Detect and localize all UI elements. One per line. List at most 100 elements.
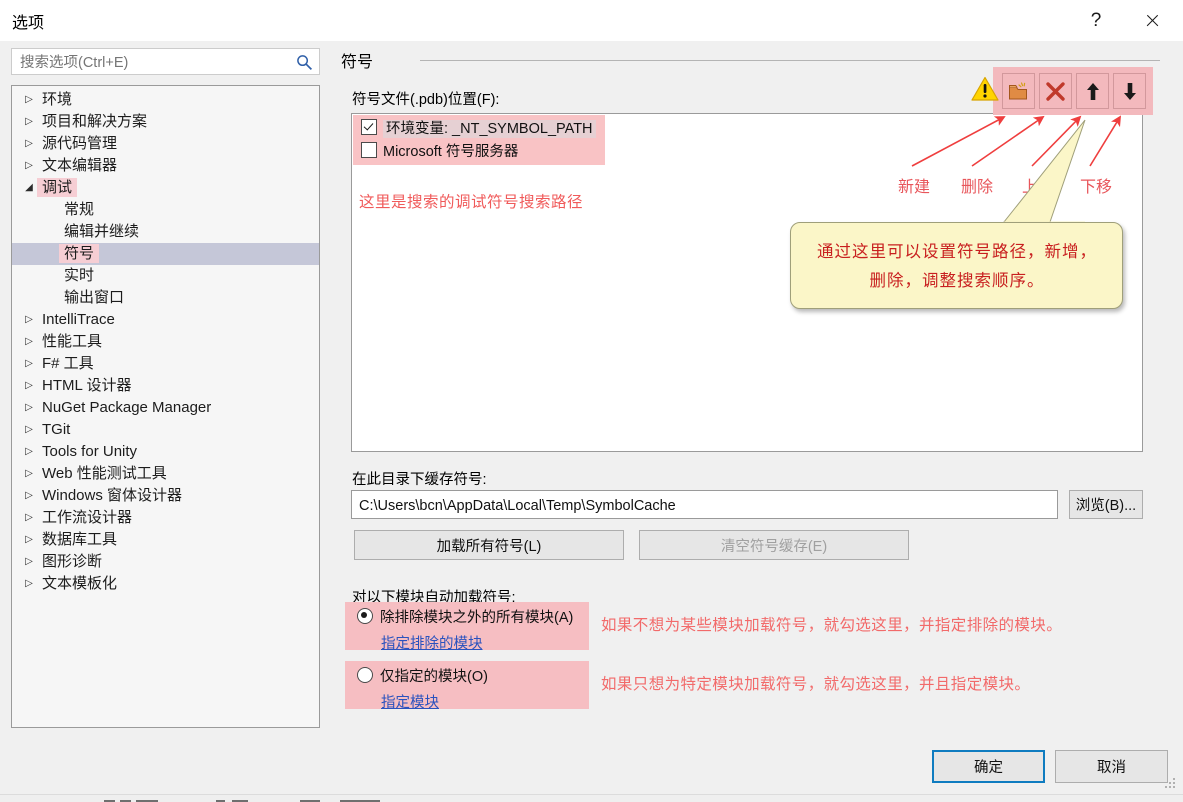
move-up-button[interactable] xyxy=(1076,73,1109,109)
specify-modules-link[interactable]: 指定模块 xyxy=(381,691,439,712)
chevron-right-icon[interactable]: ▷ xyxy=(22,463,36,485)
tree-item[interactable]: 常规 xyxy=(12,199,319,221)
specify-excluded-modules-link[interactable]: 指定排除的模块 xyxy=(381,632,483,653)
tree-item-label: Tools for Unity xyxy=(42,443,138,460)
tree-item-label: IntelliTrace xyxy=(42,311,115,328)
chevron-right-icon[interactable]: ▷ xyxy=(22,507,36,529)
delete-symbol-path-button[interactable] xyxy=(1039,73,1072,109)
tree-item[interactable]: ▷ 图形诊断 xyxy=(12,551,319,573)
chevron-right-icon[interactable]: ▷ xyxy=(22,331,36,353)
chevron-right-icon[interactable]: ▷ xyxy=(22,397,36,419)
tree-item[interactable]: ▷ IntelliTrace xyxy=(12,309,319,331)
tree-item[interactable]: ▷ Windows 窗体设计器 xyxy=(12,485,319,507)
new-folder-icon xyxy=(1009,81,1027,99)
tree-item-label: Web 性能测试工具 xyxy=(42,465,167,482)
pane-title-separator xyxy=(420,60,1160,61)
tree-item-label: NuGet Package Manager xyxy=(42,399,212,416)
symbol-path-item-msserver[interactable]: Microsoft 符号服务器 xyxy=(361,141,518,164)
chevron-right-icon[interactable]: ▷ xyxy=(22,573,36,595)
tree-item[interactable]: ▷ Tools for Unity xyxy=(12,441,319,463)
tree-item-label: HTML 设计器 xyxy=(42,377,132,394)
tree-item-text: 符号 xyxy=(59,244,100,263)
tree-item[interactable]: ▷ 源代码管理 xyxy=(12,133,319,155)
chevron-right-icon[interactable]: ▷ xyxy=(22,111,36,133)
chevron-right-icon[interactable]: ▷ xyxy=(22,353,36,375)
radio-icon-unselected[interactable] xyxy=(357,667,373,683)
close-icon xyxy=(1145,13,1160,28)
move-down-button[interactable] xyxy=(1113,73,1146,109)
search-box[interactable] xyxy=(11,48,320,75)
bottom-cut-content xyxy=(0,794,1183,802)
tree-item-label: 文本模板化 xyxy=(42,575,118,592)
chevron-right-icon[interactable]: ▷ xyxy=(22,441,36,463)
close-button[interactable] xyxy=(1129,0,1175,41)
tree-item-label: 数据库工具 xyxy=(42,531,118,548)
tree-item[interactable]: ▷ 文本编辑器 xyxy=(12,155,319,177)
tree-item[interactable]: 符号 xyxy=(12,243,319,265)
symbol-files-label: 符号文件(.pdb)位置(F): xyxy=(352,92,500,108)
tree-item[interactable]: 编辑并继续 xyxy=(12,221,319,243)
pane-title: 符号 xyxy=(341,54,374,71)
symbol-path-label: 环境变量: _NT_SYMBOL_PATH xyxy=(383,120,596,138)
cache-path-field[interactable] xyxy=(351,490,1058,519)
options-tree: ▷ 环境 ▷ 项目和解决方案 ▷ 源代码管理 ▷ 文本编辑器 ◢ 调试 常规 编辑并继续 符号 实时 输出窗… xyxy=(12,89,319,595)
help-button[interactable]: ? xyxy=(1073,0,1119,41)
resize-grip[interactable] xyxy=(1164,778,1176,790)
warning-triangle-icon xyxy=(971,76,999,101)
search-input[interactable] xyxy=(18,52,292,73)
chevron-down-icon[interactable]: ◢ xyxy=(22,177,36,199)
annotation-label-delete: 删除 xyxy=(961,177,994,196)
tree-item[interactable]: ▷ 环境 xyxy=(12,89,319,111)
radio-icon-selected[interactable] xyxy=(357,608,373,624)
chevron-right-icon[interactable]: ▷ xyxy=(22,309,36,331)
tree-item[interactable]: ▷ 工作流设计器 xyxy=(12,507,319,529)
tree-item[interactable]: ▷ 性能工具 xyxy=(12,331,319,353)
tree-item[interactable]: ▷ 文本模板化 xyxy=(12,573,319,595)
chevron-right-icon[interactable]: ▷ xyxy=(22,419,36,441)
chevron-right-icon[interactable]: ▷ xyxy=(22,89,36,111)
ok-button[interactable]: 确定 xyxy=(932,750,1045,783)
chevron-right-icon[interactable]: ▷ xyxy=(22,485,36,507)
delete-x-icon xyxy=(1046,81,1065,101)
checkbox-icon-unchecked[interactable] xyxy=(361,142,377,158)
callout-text: 通过这里可以设置符号路径，新增，删除，调整搜索顺序。 xyxy=(817,242,1097,290)
browse-button[interactable]: 浏览(B)... xyxy=(1069,490,1143,519)
chevron-right-icon[interactable]: ▷ xyxy=(22,155,36,177)
tree-item[interactable]: ▷ Web 性能测试工具 xyxy=(12,463,319,485)
cache-path-input[interactable] xyxy=(357,495,1051,516)
tree-item[interactable]: ▷ TGit xyxy=(12,419,319,441)
chevron-right-icon[interactable]: ▷ xyxy=(22,133,36,155)
chevron-right-icon[interactable]: ▷ xyxy=(22,375,36,397)
window-title: 选项 xyxy=(12,15,45,32)
tree-item-label: 图形诊断 xyxy=(42,553,103,570)
symbol-path-label: Microsoft 符号服务器 xyxy=(383,144,519,160)
tree-item[interactable]: 实时 xyxy=(12,265,319,287)
cancel-button[interactable]: 取消 xyxy=(1055,750,1168,783)
tree-item-label: 编辑并继续 xyxy=(64,223,140,240)
tree-item-label: 源代码管理 xyxy=(42,135,118,152)
tree-item-text: 调试 xyxy=(37,178,78,197)
tree-item[interactable]: ▷ F# 工具 xyxy=(12,353,319,375)
radio-label: 仅指定的模块(O) xyxy=(380,669,488,685)
radio-all-except-excluded[interactable]: 除排除模块之外的所有模块(A) xyxy=(357,607,573,629)
tree-item[interactable]: ▷ 数据库工具 xyxy=(12,529,319,551)
chevron-right-icon[interactable]: ▷ xyxy=(22,551,36,573)
radio-only-specified[interactable]: 仅指定的模块(O) xyxy=(357,666,488,688)
symbol-path-item-env[interactable]: 环境变量: _NT_SYMBOL_PATH xyxy=(361,118,596,141)
radio-label: 除排除模块之外的所有模块(A) xyxy=(380,610,574,626)
search-icon xyxy=(297,55,313,71)
checkbox-icon-checked[interactable] xyxy=(361,119,377,135)
tree-item[interactable]: ▷ 项目和解决方案 xyxy=(12,111,319,133)
tree-item[interactable]: ▷ NuGet Package Manager xyxy=(12,397,319,419)
question-mark-icon: ? xyxy=(1090,9,1102,31)
tree-item[interactable]: ▷ HTML 设计器 xyxy=(12,375,319,397)
tree-item[interactable]: ◢ 调试 xyxy=(12,177,319,199)
options-tree-panel[interactable]: ▷ 环境 ▷ 项目和解决方案 ▷ 源代码管理 ▷ 文本编辑器 ◢ 调试 常规 编辑并继续 符号 实时 输出窗… xyxy=(11,85,320,728)
load-all-symbols-button[interactable]: 加载所有符号(L) xyxy=(354,530,624,560)
tree-item-label: Windows 窗体设计器 xyxy=(42,487,183,504)
tree-item-label: 调试 xyxy=(37,177,78,199)
chevron-right-icon[interactable]: ▷ xyxy=(22,529,36,551)
tree-item-label: 工作流设计器 xyxy=(42,509,133,526)
tree-item[interactable]: 输出窗口 xyxy=(12,287,319,309)
new-symbol-path-button[interactable] xyxy=(1002,73,1035,109)
